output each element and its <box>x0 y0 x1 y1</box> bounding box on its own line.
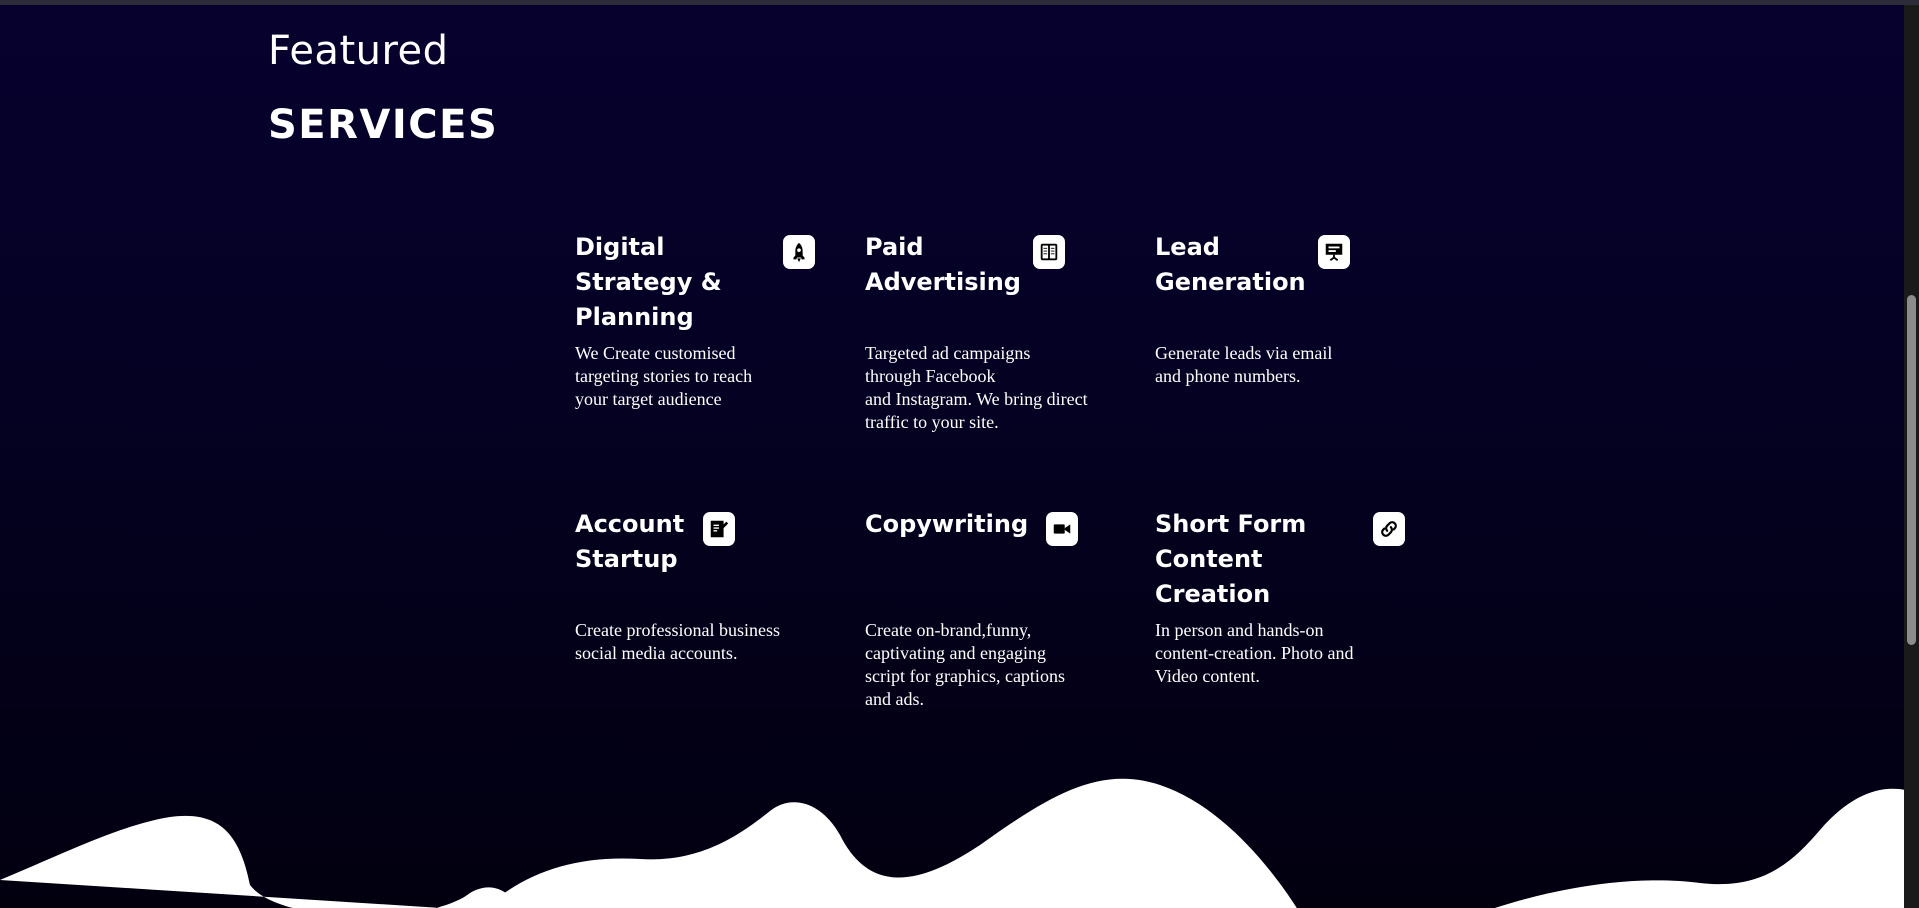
service-card-short-form-content: Short Form Content Creation In person an… <box>1155 507 1445 747</box>
service-title: Lead Generation <box>1155 233 1306 296</box>
service-description: Generate leads via email and phone numbe… <box>1155 343 1333 386</box>
service-card-copywriting: Copywriting Create on-brand,funny, capti… <box>865 507 1155 747</box>
service-card-digital-strategy: Digital Strategy & Planning We Create cu… <box>575 230 865 507</box>
service-title: Account Startup <box>575 510 685 573</box>
rocket-icon <box>783 235 815 269</box>
service-description: Create professional business social medi… <box>575 620 780 663</box>
services-page: Featured SERVICES Digital Strategy & Pla… <box>0 0 1919 908</box>
service-title: Paid Advertising <box>865 233 1021 296</box>
service-card-account-startup: Account Startup Create professional busi… <box>575 507 865 747</box>
section-kicker: Featured <box>268 28 449 74</box>
link-icon <box>1373 512 1405 546</box>
service-card-lead-generation: Lead Generation Generate leads via email… <box>1155 230 1445 507</box>
ad-book-icon <box>1033 235 1065 269</box>
services-grid: Digital Strategy & Planning We Create cu… <box>575 230 1445 747</box>
service-card-paid-advertising: Paid Advertising Targeted ad campaigns t… <box>865 230 1155 507</box>
service-title: Short Form Content Creation <box>1155 510 1307 608</box>
service-title: Copywriting <box>865 510 1029 538</box>
service-description: We Create customised targeting stories t… <box>575 343 753 409</box>
service-title: Digital Strategy & Planning <box>575 233 722 331</box>
video-camera-icon <box>1046 512 1079 546</box>
section-title: SERVICES <box>268 102 499 148</box>
wave-divider <box>0 778 1905 908</box>
document-edit-icon <box>703 512 735 546</box>
page-scrollbar[interactable] <box>1904 5 1919 908</box>
service-description: Targeted ad campaigns through Facebook a… <box>865 343 1088 432</box>
service-description: Create on-brand,funny, captivating and e… <box>865 620 1065 709</box>
service-description: In person and hands-on content-creation.… <box>1155 620 1354 686</box>
scrollbar-thumb[interactable] <box>1907 295 1916 645</box>
presentation-icon <box>1318 235 1350 269</box>
